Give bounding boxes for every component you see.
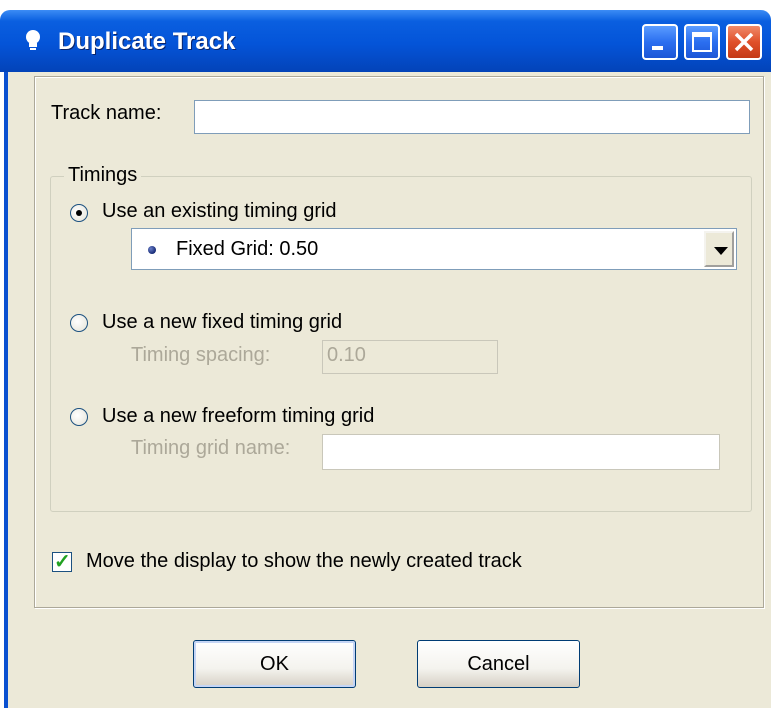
existing-grid-label[interactable]: Use an existing timing grid — [102, 200, 337, 223]
grid-bullet-icon — [148, 246, 156, 254]
maximize-icon — [692, 32, 712, 52]
radio-selected-dot — [76, 210, 82, 216]
track-name-label: Track name: — [51, 102, 162, 124]
checkmark-icon: ✓ — [54, 551, 71, 573]
lightbulb-icon — [26, 30, 40, 50]
move-display-label[interactable]: Move the display to show the newly creat… — [86, 550, 522, 573]
track-name-input[interactable] — [194, 100, 750, 134]
duplicate-track-dialog: Duplicate Track Track name: Timings Use … — [0, 0, 771, 708]
window-title: Duplicate Track — [58, 28, 236, 55]
freeform-grid-label[interactable]: Use a new freeform timing grid — [102, 405, 374, 428]
minimize-button[interactable] — [642, 24, 678, 60]
existing-grid-dropdown[interactable]: Fixed Grid: 0.50 — [131, 228, 737, 270]
dropdown-selected-value: Fixed Grid: 0.50 — [176, 238, 319, 260]
maximize-button[interactable] — [684, 24, 720, 60]
fixed-grid-radio[interactable] — [70, 314, 88, 332]
minimize-icon — [652, 46, 663, 50]
ok-button[interactable]: OK — [193, 640, 356, 688]
timing-spacing-label: Timing spacing: — [131, 344, 271, 366]
fixed-grid-label[interactable]: Use a new fixed timing grid — [102, 311, 342, 334]
timings-group-label: Timings — [64, 164, 142, 187]
close-button[interactable] — [726, 24, 762, 60]
cancel-button[interactable]: Cancel — [417, 640, 580, 688]
timing-grid-name-label: Timing grid name: — [131, 437, 291, 459]
close-icon — [734, 32, 754, 52]
timing-grid-name-input[interactable] — [322, 434, 720, 470]
move-display-checkbox[interactable]: ✓ — [52, 551, 72, 573]
freeform-grid-radio[interactable] — [70, 408, 88, 426]
existing-grid-radio[interactable] — [70, 204, 88, 222]
timing-spacing-input[interactable]: 0.10 — [322, 340, 498, 374]
title-bar[interactable]: Duplicate Track — [0, 10, 771, 72]
dropdown-arrow-icon[interactable] — [704, 231, 734, 267]
